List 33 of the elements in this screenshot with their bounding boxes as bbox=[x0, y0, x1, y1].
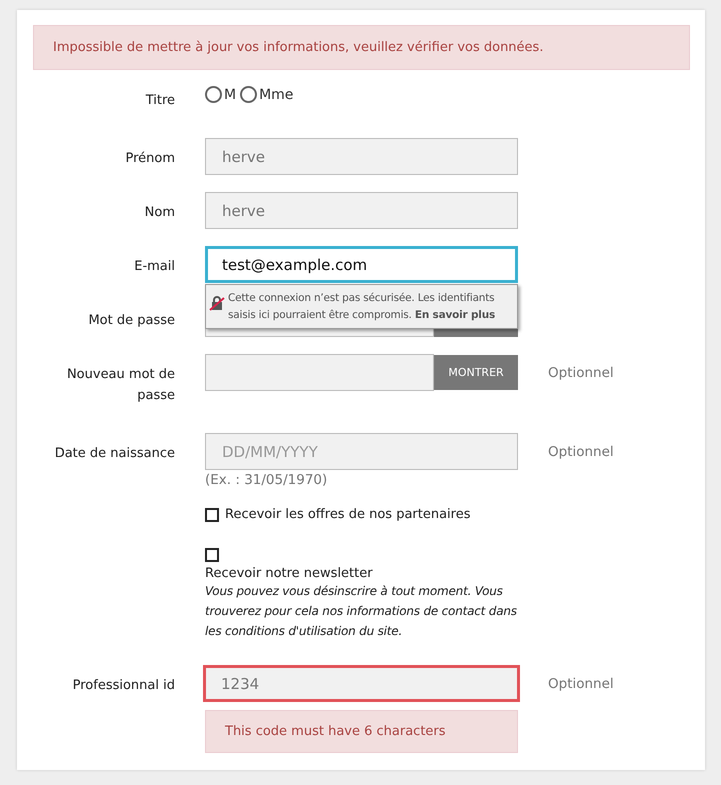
field-label: Professionnal id bbox=[72, 678, 175, 693]
checkbox[interactable] bbox=[205, 548, 219, 562]
error-alert: Impossible de mettre à jour vos informations, veuillez vérifier vos données. bbox=[33, 25, 690, 70]
broken-lock-icon bbox=[209, 295, 225, 311]
error-message: This code must have 6 characters bbox=[205, 710, 518, 753]
field-label: Date de naissance bbox=[54, 446, 175, 461]
field-label: Prénom bbox=[125, 151, 175, 166]
radio-label: Mme bbox=[259, 86, 294, 102]
field-label: Nom bbox=[144, 205, 175, 220]
optional-label: Optionnel bbox=[548, 365, 614, 381]
field-label: E-mail bbox=[134, 259, 175, 274]
field-label: Titre bbox=[146, 93, 175, 108]
input-field[interactable]: DD/MM/YYYY bbox=[205, 433, 518, 470]
optional-label: Optionnel bbox=[548, 444, 614, 460]
field-label: Nouveau mot de passe bbox=[66, 367, 175, 403]
radio-label: M bbox=[224, 86, 236, 102]
checkbox[interactable] bbox=[205, 508, 219, 522]
input-field[interactable]: herve bbox=[205, 192, 518, 229]
input-field[interactable]: herve bbox=[205, 138, 518, 175]
input-field[interactable]: 1234 bbox=[203, 665, 520, 702]
radio-button[interactable] bbox=[240, 86, 258, 103]
input-field[interactable]: test@example.com bbox=[205, 246, 518, 283]
checkbox-label: Recevoir les offres de nos partenaires bbox=[225, 507, 471, 522]
show-button[interactable]: MONTRER bbox=[434, 355, 518, 390]
optional-label: Optionnel bbox=[548, 676, 614, 692]
warning-text: Cette connexion n’est pas sécurisée. Les identifiants saisis ici pourraient être compromis. En savoir plus bbox=[228, 291, 496, 323]
field-label: Mot de passe bbox=[88, 313, 175, 328]
learn-more-link[interactable]: En savoir plus bbox=[414, 309, 496, 321]
field-hint: (Ex. : 31/05/1970) bbox=[205, 472, 328, 488]
password-field[interactable] bbox=[205, 354, 434, 391]
checkbox-label: Recevoir notre newsletter bbox=[205, 566, 373, 581]
checkbox-note: Vous pouvez vous désinscrire à tout moment. Vous trouverez pour cela nos informations de contact dans les conditions d'utilisation du site. bbox=[205, 583, 518, 640]
radio-button[interactable] bbox=[205, 86, 222, 103]
